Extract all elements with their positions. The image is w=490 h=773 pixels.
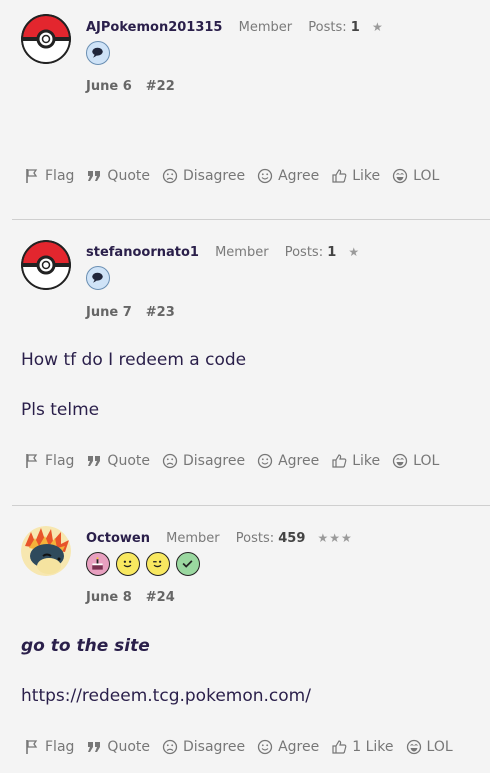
quote-button[interactable]: Quote bbox=[86, 739, 150, 755]
username-link[interactable]: Octowen bbox=[86, 531, 150, 546]
laugh-icon bbox=[393, 168, 408, 184]
check-icon[interactable] bbox=[176, 552, 200, 576]
user-avatar[interactable] bbox=[21, 526, 71, 576]
user-meta: AJPokemon201315 Member Posts: 1 ★ bbox=[86, 20, 384, 35]
lol-button[interactable]: LOL bbox=[392, 453, 439, 469]
thumbs-up-icon bbox=[332, 169, 347, 183]
username-link[interactable]: stefanoornato1 bbox=[86, 245, 199, 260]
post-divider bbox=[12, 219, 490, 220]
post-body-line: How tf do I redeem a code bbox=[21, 350, 247, 370]
lol-button[interactable]: LOL bbox=[392, 168, 439, 184]
disagree-button[interactable]: Disagree bbox=[162, 739, 245, 755]
post-count: Posts: 1 bbox=[308, 20, 360, 35]
user-avatar[interactable] bbox=[21, 14, 71, 64]
flag-button[interactable]: Flag bbox=[24, 453, 74, 469]
rating-stars: ★ bbox=[371, 20, 384, 34]
post-actions: Flag Quote Disagree Agree 1 Like LOL bbox=[24, 739, 453, 755]
frown-icon bbox=[162, 739, 178, 755]
quote-icon bbox=[88, 171, 101, 181]
disagree-button[interactable]: Disagree bbox=[162, 453, 245, 469]
flag-icon bbox=[26, 740, 38, 754]
post-count: Posts: 459 bbox=[235, 531, 306, 546]
post-date[interactable]: June 7 #23 bbox=[86, 305, 175, 320]
like-button[interactable]: Like bbox=[331, 453, 380, 469]
flag-button[interactable]: Flag bbox=[24, 168, 74, 184]
frown-icon bbox=[162, 168, 178, 184]
flag-button[interactable]: Flag bbox=[24, 739, 74, 755]
smile-icon bbox=[257, 453, 273, 469]
post-date[interactable]: June 6 #22 bbox=[86, 79, 175, 94]
smile-icon[interactable] bbox=[116, 552, 140, 576]
smile-icon bbox=[257, 168, 273, 184]
agree-button[interactable]: Agree bbox=[257, 739, 319, 755]
post-link[interactable]: https://redeem.tcg.pokemon.com/ bbox=[21, 686, 311, 706]
smile-icon bbox=[257, 739, 273, 755]
pokeball-avatar-icon bbox=[21, 240, 71, 290]
post-divider bbox=[12, 505, 490, 506]
wink-icon[interactable] bbox=[146, 552, 170, 576]
thumbs-up-icon bbox=[332, 740, 347, 754]
agree-button[interactable]: Agree bbox=[257, 168, 319, 184]
post-actions: Flag Quote Disagree Agree Like LOL bbox=[24, 168, 439, 184]
cyndaquil-avatar-icon bbox=[21, 526, 71, 576]
lol-button[interactable]: LOL bbox=[406, 739, 453, 755]
post-date[interactable]: June 8 #24 bbox=[86, 590, 175, 605]
flag-icon bbox=[26, 169, 38, 183]
user-rank: Member bbox=[166, 531, 220, 546]
post-body-line: go to the site bbox=[21, 636, 150, 656]
user-rank: Member bbox=[238, 20, 293, 35]
rating-stars: ★ bbox=[348, 245, 361, 259]
cake-icon[interactable] bbox=[86, 552, 110, 576]
agree-button[interactable]: Agree bbox=[257, 453, 319, 469]
post-body-line: Pls telme bbox=[21, 400, 100, 420]
laugh-icon bbox=[393, 453, 408, 469]
username-link[interactable]: AJPokemon201315 bbox=[86, 20, 222, 35]
laugh-icon bbox=[406, 739, 421, 755]
frown-icon bbox=[162, 453, 178, 469]
quote-icon bbox=[88, 456, 101, 466]
flag-icon bbox=[26, 454, 38, 468]
user-badges bbox=[86, 266, 110, 290]
post-number[interactable]: #23 bbox=[146, 305, 175, 320]
user-rank: Member bbox=[215, 245, 269, 260]
quote-button[interactable]: Quote bbox=[86, 168, 150, 184]
user-meta: Octowen Member Posts: 459 ★★★ bbox=[86, 531, 353, 546]
post-number[interactable]: #22 bbox=[146, 79, 175, 94]
post-count: Posts: 1 bbox=[284, 245, 337, 260]
rating-stars: ★★★ bbox=[317, 531, 353, 545]
disagree-button[interactable]: Disagree bbox=[162, 168, 245, 184]
post-actions: Flag Quote Disagree Agree Like LOL bbox=[24, 453, 439, 469]
pokeball-avatar-icon bbox=[21, 14, 71, 64]
thumbs-up-icon bbox=[332, 454, 347, 468]
quote-icon bbox=[88, 742, 101, 752]
speech-bubble-icon[interactable] bbox=[86, 266, 110, 290]
like-button[interactable]: Like bbox=[331, 168, 380, 184]
user-badges bbox=[86, 41, 110, 65]
post-number[interactable]: #24 bbox=[146, 590, 175, 605]
speech-bubble-icon[interactable] bbox=[86, 41, 110, 65]
quote-button[interactable]: Quote bbox=[86, 453, 150, 469]
user-meta: stefanoornato1 Member Posts: 1 ★ bbox=[86, 245, 360, 260]
user-avatar[interactable] bbox=[21, 240, 71, 290]
like-button[interactable]: 1 Like bbox=[331, 739, 394, 755]
user-badges bbox=[86, 552, 200, 576]
